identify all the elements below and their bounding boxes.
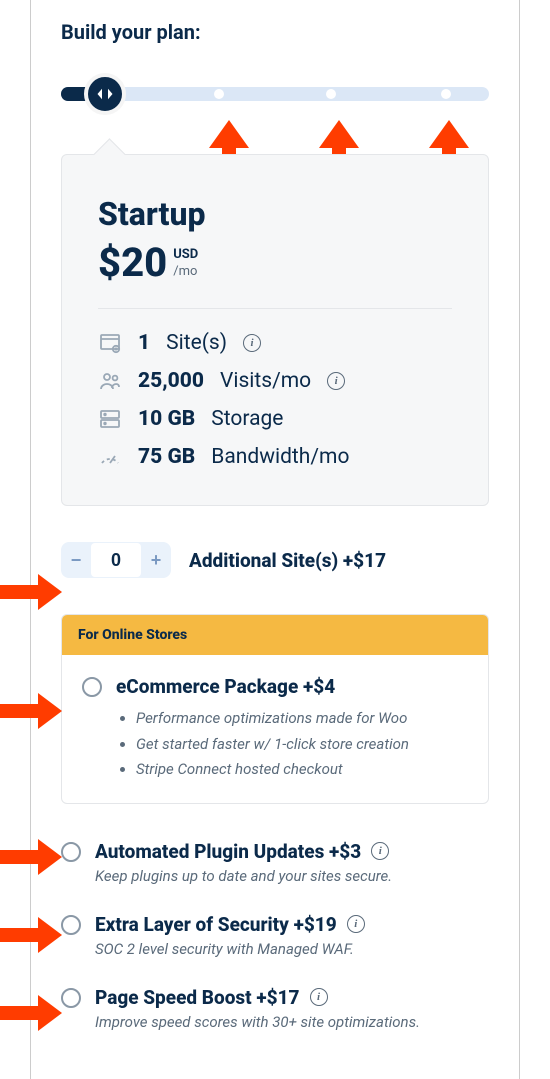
list-item: Stripe Connect hosted checkout (136, 757, 409, 783)
plan-price: $20 (98, 239, 167, 286)
plan-period: /mo (173, 264, 198, 281)
info-icon[interactable]: i (327, 372, 345, 390)
spec-value: 10 GB (138, 407, 195, 431)
spec-value: 1 (138, 331, 150, 355)
site-icon (98, 331, 122, 355)
slider-tick (441, 89, 451, 99)
spec-label: Site(s) (166, 331, 227, 355)
spec-row-bandwidth: 75 GB Bandwidth/mo (98, 445, 452, 469)
addon-radio[interactable] (61, 842, 81, 862)
ecommerce-radio[interactable] (82, 677, 102, 697)
addon-radio[interactable] (61, 915, 81, 935)
spec-value: 75 GB (138, 445, 195, 469)
plan-name: Startup (98, 195, 452, 233)
ecommerce-badge: For Online Stores (62, 615, 488, 655)
slider-tick (214, 89, 224, 99)
spec-value: 25,000 (138, 369, 204, 393)
info-icon[interactable]: i (310, 988, 328, 1006)
addon-title: Page Speed Boost +$17 (95, 986, 300, 1009)
slider-handle[interactable] (84, 73, 126, 115)
addon-title: Extra Layer of Security +$19 (95, 913, 337, 936)
info-icon[interactable]: i (371, 842, 389, 860)
addon-title: Automated Plugin Updates +$3 (95, 840, 361, 863)
plan-currency: USD (173, 247, 198, 264)
ecommerce-card: For Online Stores eCommerce Package +$4 … (61, 614, 489, 804)
spec-row-visits: 25,000 Visits/mo i (98, 369, 452, 393)
page-heading: Build your plan: (61, 20, 489, 44)
additional-sites-label: Additional Site(s) +$17 (189, 549, 386, 572)
addon-security: Extra Layer of Security +$19 i SOC 2 lev… (61, 913, 489, 958)
stepper-decrement[interactable]: − (61, 542, 91, 578)
drag-horizontal-icon (96, 85, 114, 103)
ecommerce-list: Performance optimizations made for Woo G… (116, 706, 409, 783)
spec-label: Bandwidth/mo (211, 445, 349, 469)
addon-desc: Improve speed scores with 30+ site optim… (95, 1013, 420, 1031)
quantity-stepper[interactable]: − + (61, 542, 171, 578)
ecommerce-title: eCommerce Package +$4 (116, 675, 409, 698)
plan-slider[interactable] (61, 74, 489, 114)
slider-tick (326, 89, 336, 99)
spec-label: Visits/mo (220, 369, 311, 393)
addon-radio[interactable] (61, 988, 81, 1008)
info-icon[interactable]: i (347, 915, 365, 933)
addon-desc: SOC 2 level security with Managed WAF. (95, 940, 365, 958)
spec-row-sites: 1 Site(s) i (98, 331, 452, 355)
gauge-icon (98, 445, 122, 469)
addon-desc: Keep plugins up to date and your sites s… (95, 867, 392, 885)
storage-icon (98, 407, 122, 431)
addon-page-speed: Page Speed Boost +$17 i Improve speed sc… (61, 986, 489, 1031)
list-item: Performance optimizations made for Woo (136, 706, 409, 732)
list-item: Get started faster w/ 1-click store crea… (136, 732, 409, 758)
spec-row-storage: 10 GB Storage (98, 407, 452, 431)
additional-sites-input[interactable] (91, 543, 141, 577)
spec-label: Storage (211, 407, 283, 431)
stepper-increment[interactable]: + (141, 542, 171, 578)
users-icon (98, 369, 122, 393)
plan-card: Startup $20 USD /mo 1 Site(s) i 25,000 V… (61, 154, 489, 506)
info-icon[interactable]: i (243, 334, 261, 352)
addon-plugin-updates: Automated Plugin Updates +$3 i Keep plug… (61, 840, 489, 885)
